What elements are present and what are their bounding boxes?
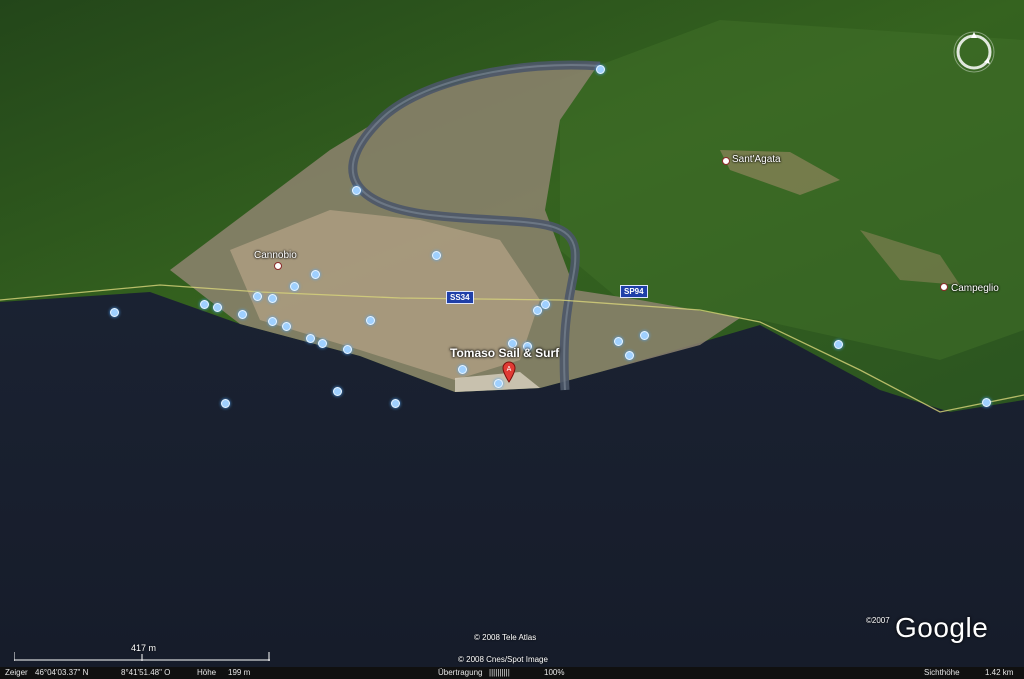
- poi-marker[interactable]: [282, 322, 291, 331]
- poi-marker[interactable]: [306, 334, 315, 343]
- poi-marker[interactable]: [318, 339, 327, 348]
- placemark-title[interactable]: Tomaso Sail & Surf: [450, 346, 559, 360]
- pin-letter: A: [507, 366, 512, 373]
- poi-marker[interactable]: [343, 345, 352, 354]
- poi-marker[interactable]: [366, 316, 375, 325]
- poi-marker[interactable]: [640, 331, 649, 340]
- poi-marker[interactable]: [221, 399, 230, 408]
- compass-icon[interactable]: [950, 28, 998, 76]
- poi-marker[interactable]: [625, 351, 634, 360]
- place-label-sant-agata[interactable]: Sant'Agata: [732, 154, 781, 165]
- poi-marker[interactable]: [352, 186, 361, 195]
- height-value: 199 m: [228, 668, 251, 677]
- map-viewport[interactable]: Cannobio Sant'Agata Campeglio SS34 SP94 …: [0, 0, 1024, 679]
- longitude-value: 8°41'51.48" O: [121, 668, 171, 677]
- height-label: Höhe: [197, 668, 217, 677]
- poi-marker[interactable]: [290, 282, 299, 291]
- poi-marker[interactable]: [238, 310, 247, 319]
- place-label-campeglio[interactable]: Campeglio: [951, 283, 999, 294]
- place-label-cannobio[interactable]: Cannobio: [254, 250, 297, 261]
- poi-marker[interactable]: [200, 300, 209, 309]
- latitude-value: 46°04'03.37" N: [35, 668, 89, 677]
- campeglio-dot[interactable]: [940, 283, 948, 291]
- poi-marker[interactable]: [982, 398, 991, 407]
- pointer-label: Zeiger: [5, 668, 28, 677]
- poi-marker[interactable]: [533, 306, 542, 315]
- credit-tele-atlas: © 2008 Tele Atlas: [474, 633, 537, 642]
- streaming-bar: ||||||||||: [489, 668, 510, 677]
- poi-marker[interactable]: [253, 292, 262, 301]
- poi-marker[interactable]: [110, 308, 119, 317]
- logo-copyright: ©2007: [866, 616, 890, 625]
- poi-marker[interactable]: [268, 294, 277, 303]
- poi-marker[interactable]: [458, 365, 467, 374]
- streaming-value: 100%: [544, 668, 565, 677]
- poi-marker[interactable]: [614, 337, 623, 346]
- road-shield-ss34[interactable]: SS34: [446, 291, 474, 304]
- eye-altitude-label: Sichthöhe: [924, 668, 960, 677]
- sant-agata-dot[interactable]: [722, 157, 730, 165]
- poi-marker[interactable]: [432, 251, 441, 260]
- streaming-label: Übertragung: [438, 668, 483, 677]
- poi-marker[interactable]: [213, 303, 222, 312]
- poi-marker[interactable]: [311, 270, 320, 279]
- poi-marker[interactable]: [333, 387, 342, 396]
- status-bar: Zeiger 46°04'03.37" N 8°41'51.48" O Höhe…: [0, 667, 1024, 679]
- cannobio-dot[interactable]: [274, 262, 282, 270]
- terrain-layer: [0, 0, 1024, 667]
- google-logo: Google: [895, 612, 989, 643]
- scale-label: 417 m: [131, 643, 157, 653]
- eye-altitude-value: 1.42 km: [985, 668, 1014, 677]
- poi-marker[interactable]: [596, 65, 605, 74]
- credit-cnes: © 2008 Cnes/Spot Image: [458, 655, 548, 664]
- poi-marker[interactable]: [834, 340, 843, 349]
- road-shield-sp94[interactable]: SP94: [620, 285, 648, 298]
- poi-marker[interactable]: [391, 399, 400, 408]
- map-pin-icon[interactable]: A: [502, 361, 516, 383]
- poi-marker[interactable]: [268, 317, 277, 326]
- poi-marker[interactable]: [541, 300, 550, 309]
